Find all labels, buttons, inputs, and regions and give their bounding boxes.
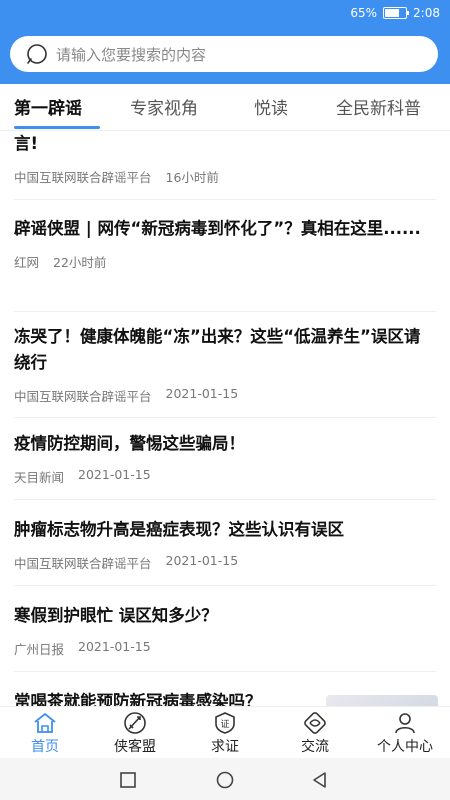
nav-verify[interactable]: 证 求证 — [180, 711, 270, 756]
article-time: 2021-01-15 — [165, 386, 239, 401]
article-source: 红网 — [14, 255, 40, 270]
recent-apps-icon[interactable] — [118, 770, 138, 790]
list-item[interactable]: 肿瘤标志物升高是癌症表现？这些认识有误区 中国互联网联合辟谣平台 2021-01-… — [14, 517, 436, 572]
article-time: 2021-01-15 — [165, 553, 239, 568]
user-icon — [395, 713, 415, 734]
list-item[interactable]: 辟谣侠盟 | 网传“新冠病毒到怀化了”？真相在这里...... 红网 22小时前 — [14, 216, 436, 271]
verify-badge-icon: 证 — [215, 712, 235, 734]
article-source: 天目新闻 — [14, 470, 65, 485]
article-thumbnail — [326, 695, 438, 706]
battery-fill — [385, 9, 400, 17]
nav-xiakemeng[interactable]: 侠客盟 — [90, 711, 180, 756]
search-icon — [27, 44, 47, 64]
article-title: 疫情防控期间，警惕这些骗局！ — [14, 434, 245, 453]
article-time: 2021-01-15 — [78, 639, 151, 654]
system-nav-bar — [0, 758, 450, 800]
list-item[interactable]: 言! 中国互联网联合辟谣平台 16小时前 — [14, 131, 436, 186]
article-source: 中国互联网联合辟谣平台 — [14, 170, 152, 185]
nav-verify-label: 求证 — [211, 739, 239, 755]
nav-profile-label: 个人中心 — [377, 739, 433, 755]
tab-reading[interactable]: 悦读 — [254, 94, 288, 119]
article-source: 中国互联网联合辟谣平台 — [14, 389, 152, 404]
nav-home-label: 首页 — [31, 739, 59, 755]
divider — [14, 671, 436, 672]
sword-icon — [124, 712, 146, 734]
list-item[interactable]: 常喝茶就能预防新冠病毒感染吗？ — [14, 689, 324, 706]
bottom-nav: 首页 侠客盟 证 求证 交流 个人中心 — [0, 706, 450, 759]
nav-profile[interactable]: 个人中心 — [360, 711, 450, 756]
battery-icon — [383, 7, 410, 19]
nav-home[interactable]: 首页 — [0, 711, 90, 756]
article-title: 肿瘤标志物升高是癌症表现？这些认识有误区 — [14, 520, 344, 539]
category-tabs: 第一辟谣 专家视角 悦读 全民新科普 — [0, 84, 450, 131]
article-time: 2021-01-15 — [78, 467, 151, 482]
home-icon — [34, 713, 56, 733]
clock: 2:08 — [413, 6, 440, 20]
article-title: 常喝茶就能预防新冠病毒感染吗？ — [14, 692, 262, 706]
article-title: 辟谣侠盟 | 网传“新冠病毒到怀化了”？真相在这里...... — [14, 219, 421, 238]
divider — [14, 199, 436, 200]
article-time: 16小时前 — [165, 170, 219, 185]
article-title: 冻哭了！健康体魄能“冻”出来？这些“低温养生”误区请绕行 — [14, 327, 421, 372]
exchange-icon — [304, 712, 326, 734]
list-item[interactable]: 冻哭了！健康体魄能“冻”出来？这些“低温养生”误区请绕行 中国互联网联合辟谣平台… — [14, 324, 436, 405]
article-time: 22小时前 — [53, 255, 107, 270]
article-title: 言! — [14, 134, 39, 153]
divider — [14, 585, 436, 586]
article-title: 寒假到护眼忙 误区知多少？ — [14, 606, 218, 625]
status-bar: 65% 2:08 — [350, 6, 440, 20]
article-source: 广州日报 — [14, 642, 65, 657]
svg-text:证: 证 — [220, 719, 229, 730]
tab-indicator — [14, 126, 100, 129]
divider — [14, 311, 436, 312]
nav-xiakemeng-label: 侠客盟 — [114, 739, 156, 755]
tab-science[interactable]: 全民新科普 — [336, 94, 421, 119]
battery-percent: 65% — [350, 6, 378, 20]
list-item[interactable]: 寒假到护眼忙 误区知多少？ 广州日报 2021-01-15 — [14, 603, 436, 658]
back-icon[interactable] — [310, 770, 330, 790]
article-source: 中国互联网联合辟谣平台 — [14, 556, 152, 571]
home-button-icon[interactable] — [215, 770, 235, 790]
nav-exchange-label: 交流 — [301, 739, 329, 755]
list-item[interactable]: 疫情防控期间，警惕这些骗局！ 天目新闻 2021-01-15 — [14, 431, 436, 486]
search-bar[interactable]: 请输入您要搜索的内容 — [10, 36, 438, 72]
tab-expert-view[interactable]: 专家视角 — [130, 94, 198, 119]
article-list: 言! 中国互联网联合辟谣平台 16小时前 辟谣侠盟 | 网传“新冠病毒到怀化了”？… — [0, 131, 450, 706]
search-placeholder: 请输入您要搜索的内容 — [56, 45, 207, 64]
divider — [14, 417, 436, 418]
app-header: 65% 2:08 请输入您要搜索的内容 — [0, 0, 450, 84]
nav-exchange[interactable]: 交流 — [270, 711, 360, 756]
divider — [14, 499, 436, 500]
tab-first-rumor[interactable]: 第一辟谣 — [14, 94, 82, 119]
